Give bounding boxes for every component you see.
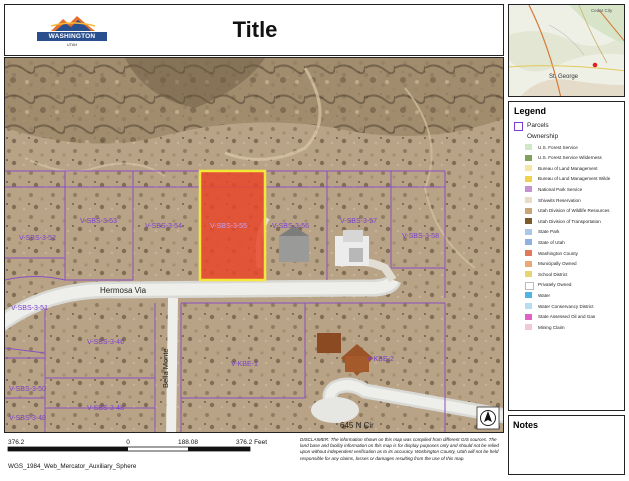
legend-item-label: Municipally Owned (538, 261, 577, 267)
legend-item-label: School District (538, 271, 568, 277)
locator-city-label: St. George (549, 74, 579, 80)
locator-map[interactable]: St. George Cedar City (508, 4, 625, 97)
parcel-label: V-SBS-3-54 (145, 223, 182, 230)
legend-item-label: Shivwits Reservation (538, 197, 581, 203)
legend-item-label: Privately Owned (538, 282, 572, 288)
legend-swatch-icon (525, 144, 532, 150)
parcel-label: V-SBS-3-50 (9, 386, 46, 393)
parcel-label: V-SBS-3-58 (402, 233, 439, 240)
locator-corner-label: Cedar City (591, 8, 613, 13)
location-marker-icon (592, 62, 598, 68)
locator-map-graphic: St. George Cedar City (509, 5, 624, 96)
notes-panel: Notes (508, 415, 625, 475)
scale-tick-label: 376.2 Feet (236, 439, 267, 446)
legend-swatch-icon (525, 165, 532, 172)
street-label: Bella Monte (161, 348, 170, 388)
legend-item-label: U.S. Forest Service Wilderness (538, 155, 602, 161)
legend-swatch-icon (525, 313, 532, 320)
parcel-label: V-SBS-3-46 (87, 339, 124, 346)
parcel-label: V-KBE-2 (367, 356, 394, 363)
legend-swatch-icon (525, 303, 532, 309)
legend-item-label: National Park Service (538, 186, 583, 192)
scale-bar-graphic: 376.2 0 188.08 376.2 Feet WGS_1984_Web_M… (7, 439, 267, 470)
legend-item-label: Water Conservancy District (538, 303, 594, 309)
washington-county-logo: WASHINGTON COUNTY UTAH (37, 15, 107, 51)
legend-item-label: Washington County (538, 250, 578, 256)
parcel-label: V-SBS-3-52 (19, 235, 56, 242)
parcel-label: V-KBE-1 (231, 361, 258, 368)
scale-bar: 376.2 0 188.08 376.2 Feet WGS_1984_Web_M… (4, 435, 294, 479)
legend-title: Legend (514, 106, 547, 116)
legend-swatch-icon (525, 154, 532, 161)
legend-item-label: Water (538, 292, 551, 298)
street-label: 645 N Cir (340, 421, 374, 430)
north-arrow-icon (476, 406, 500, 430)
legend-swatch-icon (525, 281, 534, 290)
legend-item-label: U.S. Forest Service (538, 144, 578, 150)
legend-ownership-label: Ownership (527, 133, 559, 140)
scale-tick-label: 376.2 (8, 439, 25, 446)
legend-swatch-icon (525, 292, 532, 299)
legend-swatch-icon (525, 260, 532, 267)
logo-subtext: UTAH (66, 42, 78, 47)
legend-swatch-icon (525, 218, 532, 225)
title-bar: WASHINGTON COUNTY UTAH Title (4, 4, 504, 56)
page-title: Title (232, 17, 278, 42)
scale-tick-label: 0 (126, 439, 130, 446)
legend-parcels-label: Parcels (527, 122, 549, 129)
aerial-map[interactable]: V-SBS-3-55 V-SBS-3-54 V-SBS-3-53 V-SBS-3… (5, 58, 504, 433)
main-map[interactable]: V-SBS-3-55 V-SBS-3-54 V-SBS-3-53 V-SBS-3… (4, 57, 504, 433)
parcel-label: V-SBS-3-55 (210, 223, 247, 230)
parcel-label: V-SBS-3-48 (87, 405, 124, 412)
legend-swatch-icon (525, 239, 532, 246)
parcel-label: V-SBS-3-56 (272, 223, 309, 230)
legend-item-label: Utah Division of Wildlife Resources (538, 208, 610, 214)
mountain-logo-icon (51, 16, 95, 31)
logo-wordmark: WASHINGTON COUNTY (37, 32, 107, 49)
street-label: Hermosa Via (100, 286, 147, 295)
projection-label: WGS_1984_Web_Mercator_Auxiliary_Sphere (8, 463, 137, 470)
legend-swatch-icon (525, 175, 532, 182)
parcels-swatch-icon (514, 122, 523, 131)
legend-item-label: Utah Division of Transportation (538, 218, 601, 224)
legend-item-label: Mining Claim (538, 324, 565, 330)
legend-item-label: Bureau of Land Management (538, 165, 598, 171)
legend-swatch-icon (525, 228, 532, 235)
legend-panel: Legend Parcels Ownership U.S. Forest Ser… (508, 101, 625, 411)
legend-item-label: Bureau of Land Management Wilde (538, 176, 611, 182)
parcel-label: V-SBS-3-57 (340, 218, 377, 225)
disclaimer-text: DISCLAIMER: The information shown on thi… (300, 437, 499, 461)
legend-swatch-icon (525, 271, 532, 278)
legend-item-label: State Assessed Oil and Gas (538, 314, 596, 320)
parcel-label: V-SBS-3-53 (80, 218, 117, 225)
legend-swatch-icon (525, 207, 532, 214)
parcel-label: V-SBS-3-51 (11, 305, 48, 312)
legend-item-label: State of Utah (538, 239, 565, 245)
parcel-label: V-SBS-3-49 (9, 415, 46, 422)
scale-tick-label: 188.08 (178, 439, 198, 446)
legend-swatch-icon (525, 324, 532, 331)
legend-item-label: State Park (538, 229, 560, 235)
notes-title: Notes (513, 420, 539, 430)
legend-swatch-icon (525, 250, 532, 256)
legend-swatch-icon (525, 186, 532, 193)
legend-swatch-icon (525, 197, 532, 203)
